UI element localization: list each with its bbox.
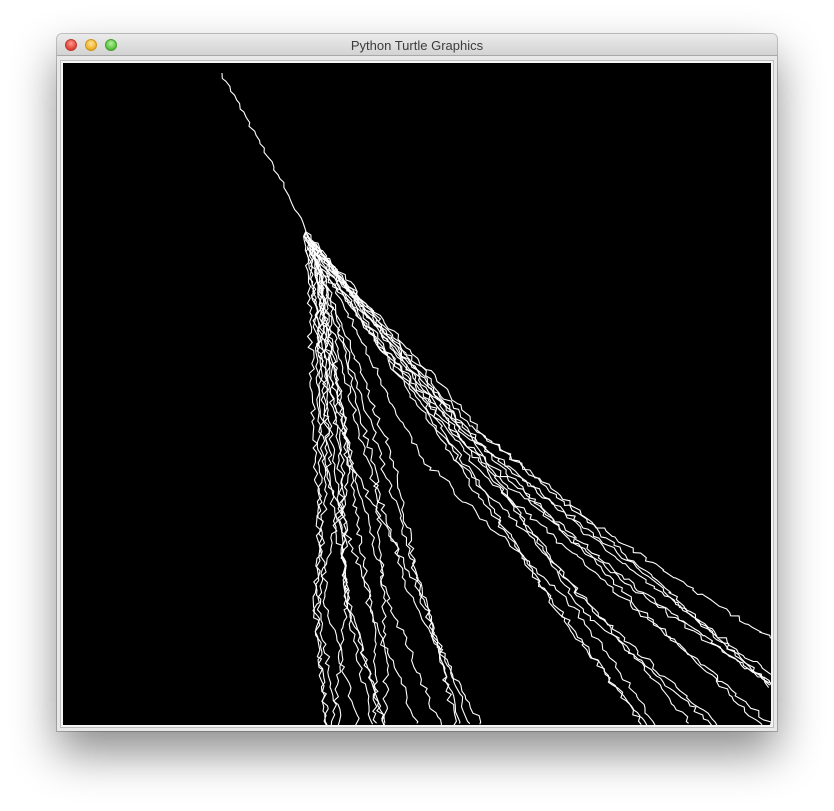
turtle-canvas[interactable] — [63, 63, 771, 725]
turtle-path — [307, 234, 771, 675]
turtle-path — [312, 247, 461, 724]
turtle-drawing — [221, 72, 771, 725]
turtle-window: Python Turtle Graphics — [57, 34, 777, 731]
canvas-frame — [60, 60, 774, 728]
turtle-path — [308, 237, 771, 639]
title-bar[interactable]: Python Turtle Graphics — [57, 34, 777, 56]
turtle-path — [221, 72, 307, 232]
turtle-path — [312, 246, 713, 725]
turtle-path — [320, 270, 419, 724]
window-title: Python Turtle Graphics — [350, 38, 484, 53]
turtle-path — [309, 239, 771, 684]
turtle-path — [306, 231, 771, 686]
